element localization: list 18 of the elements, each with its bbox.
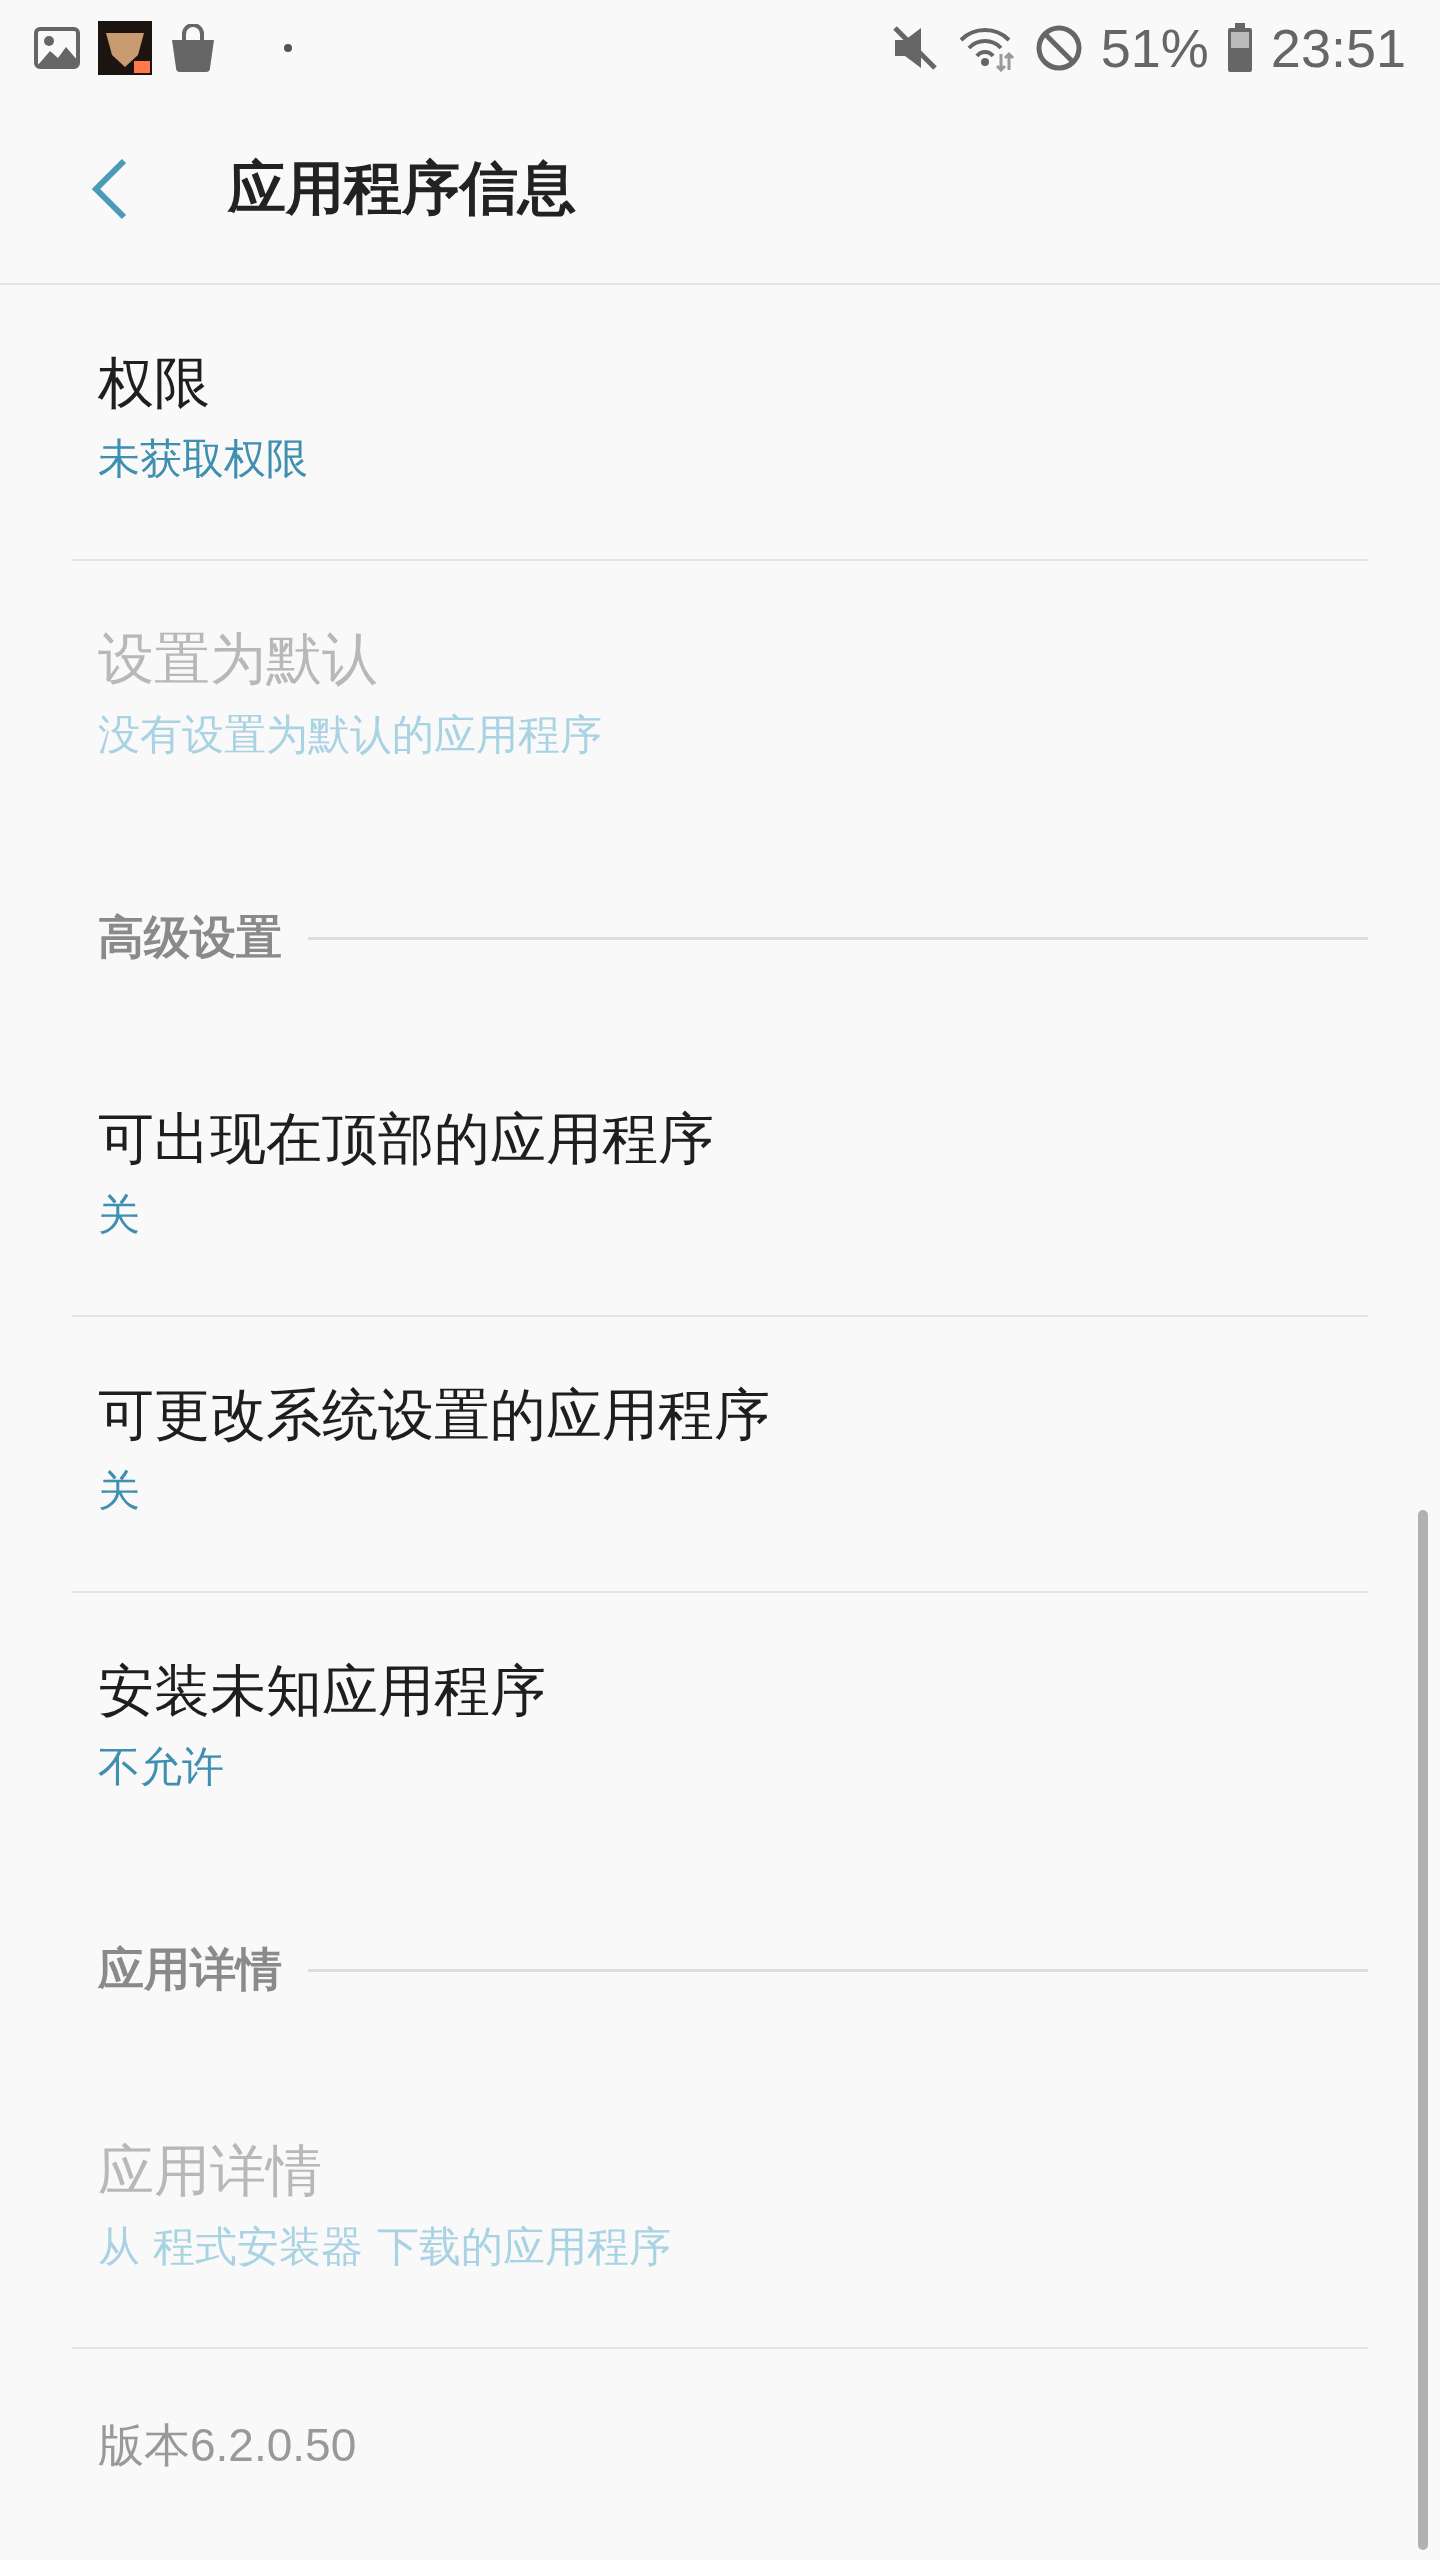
settings-item[interactable]: 安装未知应用程序 不允许 (0, 1593, 1440, 1867)
settings-item[interactable]: 可出现在顶部的应用程序 关 (0, 1041, 1440, 1315)
page-title: 应用程序信息 (228, 153, 576, 224)
version-label: 版本6.2.0.50 (98, 2419, 357, 2471)
battery-percent: 51% (1100, 16, 1209, 79)
bag-icon (170, 23, 216, 72)
section-header: 高级设置 (98, 909, 282, 966)
scrollbar[interactable] (1418, 1510, 1428, 2550)
section-header: 应用详情 (98, 1941, 282, 1998)
settings-item[interactable]: 权限 未获取权限 (0, 285, 1440, 559)
mute-icon (890, 23, 939, 72)
blocked-icon (1034, 23, 1083, 72)
app-icon (98, 20, 152, 75)
clock-time: 23:51 (1270, 16, 1406, 79)
settings-item[interactable]: 可更改系统设置的应用程序 关 (0, 1317, 1440, 1591)
picture-icon (34, 26, 80, 69)
notification-dot-icon (284, 43, 292, 52)
battery-icon (1226, 22, 1253, 73)
